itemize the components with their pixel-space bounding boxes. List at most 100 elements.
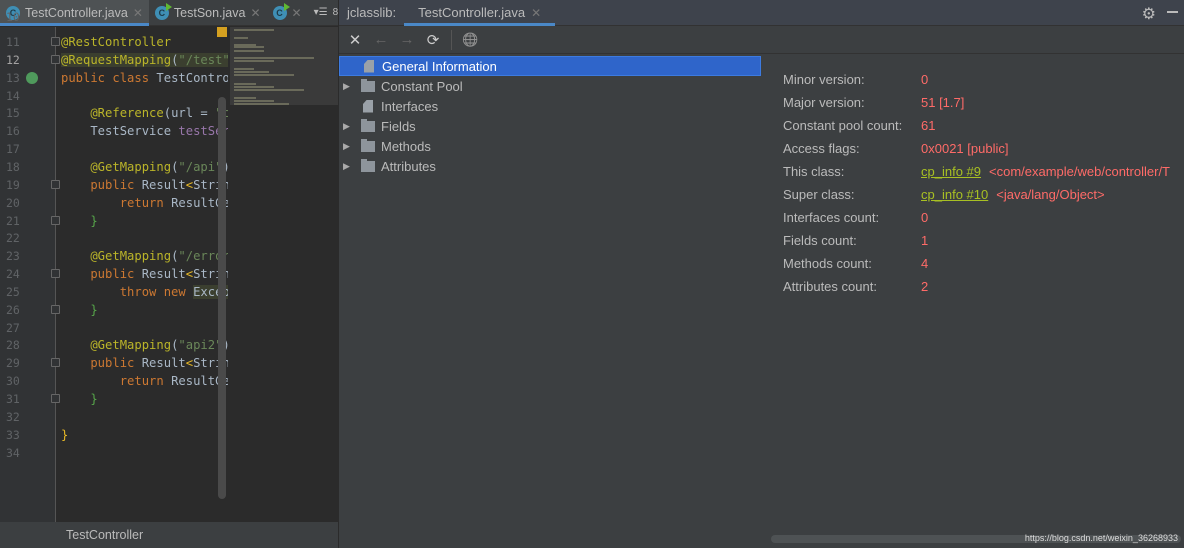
back-arrow-icon: ← [373,31,389,48]
code-text: @GetMapping("api2") [61,336,228,354]
tree-node-interfaces[interactable]: Interfaces [339,96,761,116]
line-number: 10 [6,10,20,24]
cp-info-link[interactable]: cp_info #10 [921,187,988,202]
minimap-line [234,89,304,92]
folder-icon [361,78,375,92]
code-token: public [61,267,142,282]
tree-node-label: Interfaces [381,98,439,114]
minimap-line [234,68,254,71]
minimap-line [234,86,274,89]
minimap-line [234,36,248,39]
fold-marker-icon[interactable] [51,269,60,279]
detail-value: 1 [921,233,929,248]
detail-label: Attributes count: [783,279,877,294]
code-text: } [61,426,68,444]
detail-value: 0 [921,210,929,225]
code-token: } [61,302,98,317]
close-icon[interactable]: ✕ [531,6,541,20]
line-number: 15 [6,106,20,121]
minimize-icon[interactable] [1167,11,1178,13]
code-token: @Reference [61,106,164,121]
minimap[interactable] [230,27,338,105]
code-token: @GetMapping [61,159,172,174]
tree-node-constant-pool[interactable]: ▶ Constant Pool [339,76,761,96]
code-line: 29 public Result<String [0,354,228,372]
line-number: 29 [6,356,20,371]
line-number: 31 [6,392,20,406]
fold-marker-icon[interactable] [51,37,60,46]
line-number: 19 [6,177,20,192]
tree-node-general-information[interactable]: General Information [339,56,761,76]
code-line: 14 [0,87,228,105]
expand-arrow-icon[interactable]: ▶ [343,161,357,172]
close-icon[interactable]: ✕ [250,6,260,20]
cp-info-link[interactable]: cp_info #9 [921,164,981,179]
globe-icon[interactable]: 🌐 [462,32,478,48]
fold-marker-icon[interactable] [51,394,60,403]
tab-testcontroller-class[interactable]: TestController.java ✕ [404,0,556,26]
class-run-icon: C [272,2,290,20]
code-text: } [61,390,98,408]
editor-tab[interactable]: C ✕ [267,0,308,26]
minimap-line [234,99,274,102]
detail-label: Minor version: [783,72,865,87]
fold-marker-icon[interactable] [51,358,60,368]
editor-scrollbar[interactable] [218,97,226,499]
detail-label: Access flags: [783,141,860,156]
close-icon[interactable]: ✕ [347,31,363,49]
minimap-line [234,74,294,77]
code-token: return [61,195,172,210]
line-number: 28 [6,338,20,353]
minimap-line [234,102,289,105]
close-icon[interactable]: ✕ [292,6,302,20]
code-line: 11 @RestController [0,33,228,51]
detail-label: Interfaces count: [783,210,880,225]
jclasslib-label: jclasslib: [347,5,397,20]
code-token: } [61,427,69,442]
forward-arrow-icon: → [399,31,415,48]
fold-marker-icon[interactable] [51,215,60,225]
line-number: 12 [6,52,20,67]
refresh-icon[interactable]: ⟳ [425,31,441,49]
tree-node-fields[interactable]: ▶ Fields [339,116,761,136]
code-line: 17 [0,140,228,158]
line-number: 24 [6,267,20,282]
tree-node-label: Constant Pool [381,78,463,94]
code-token: public [61,356,142,371]
detail-row: Interfaces count: 0 [783,206,1170,229]
spring-bean-icon[interactable] [26,71,38,84]
jclasslib-tabs: jclasslib: TestController.java ✕ ⚙ [339,0,1184,26]
minimap-line [234,49,264,52]
line-number: 22 [6,231,20,246]
gear-icon[interactable]: ⚙ [1142,4,1156,24]
detail-row: Methods count: 4 [783,252,1170,275]
code-token: url [171,106,194,121]
expand-arrow-icon[interactable]: ▶ [343,121,357,132]
code-token: < [185,267,194,282]
toolbar-separator [451,29,452,50]
tree-node-methods[interactable]: ▶ Methods [339,136,761,156]
line-number: 20 [6,195,20,210]
expand-arrow-icon[interactable]: ▶ [343,141,357,152]
fold-marker-icon[interactable] [51,304,60,314]
minimap-line [234,29,274,32]
code-area[interactable]: 10 11 @RestController 12 @RequestMapping("/t… [0,0,228,522]
breadcrumb[interactable]: TestController [0,522,338,548]
code-text: TestService testServ [61,122,228,140]
warning-marker-icon[interactable] [217,27,227,37]
code-line: 31 } [0,390,228,408]
expand-arrow-icon[interactable]: ▶ [343,81,357,92]
code-line: 16 TestService testServ [0,122,228,140]
detail-row: Constant pool count: 61 [783,114,1170,137]
folder-icon [361,118,375,132]
line-number: 21 [6,213,20,228]
detail-label: Methods count: [783,256,872,271]
code-token: @RequestMapping [61,52,172,67]
line-number: 14 [6,88,20,103]
tree-node-attributes[interactable]: ▶ Attributes [339,156,761,176]
code-token: } [61,392,98,406]
tree-node-label: Methods [381,138,431,154]
fold-marker-icon[interactable] [51,54,60,64]
code-line: 23 @GetMapping("/error" [0,247,228,265]
fold-marker-icon[interactable] [51,179,60,189]
